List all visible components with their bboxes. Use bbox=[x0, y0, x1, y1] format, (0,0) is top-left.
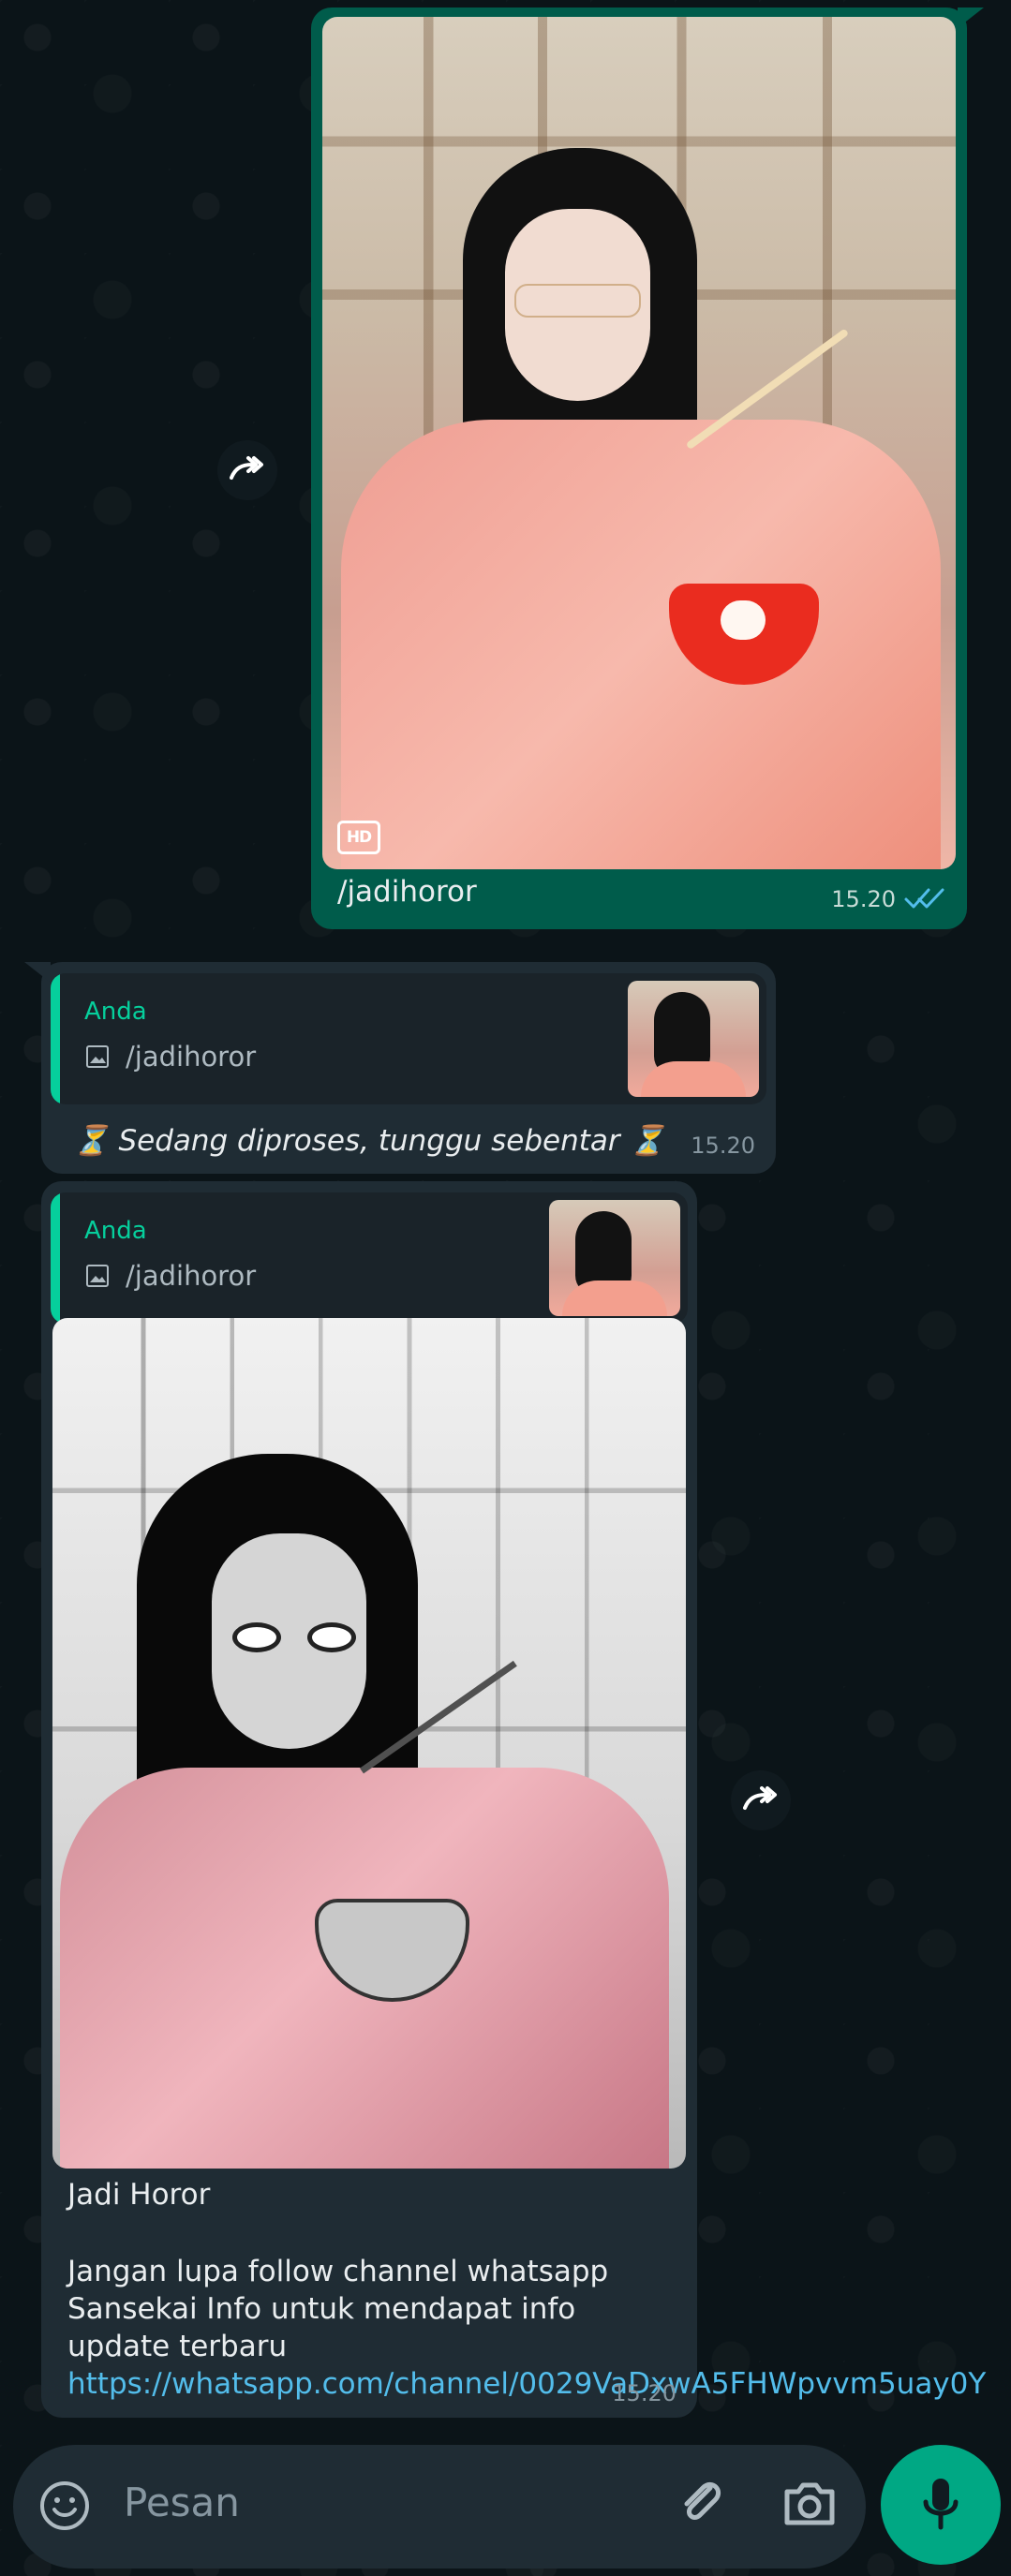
incoming-time: 15.20 bbox=[691, 1133, 755, 1159]
incoming-time: 15.20 bbox=[612, 2380, 676, 2406]
received-photo[interactable] bbox=[52, 1318, 686, 2169]
reply-preview[interactable]: Anda /jadihoror bbox=[51, 1192, 688, 1324]
reply-thumbnail bbox=[549, 1200, 680, 1316]
hd-badge: HD bbox=[337, 821, 380, 854]
forward-button[interactable] bbox=[731, 1770, 791, 1830]
manga-left-eye bbox=[232, 1622, 281, 1652]
reply-preview[interactable]: Anda /jadihoror bbox=[51, 973, 766, 1104]
photo-kimono bbox=[341, 420, 941, 869]
camera-icon[interactable] bbox=[780, 2476, 840, 2530]
image-icon bbox=[86, 1265, 109, 1287]
reply-sender: Anda bbox=[84, 998, 147, 1026]
emoji-icon[interactable] bbox=[36, 2477, 94, 2535]
sent-photo[interactable]: HD bbox=[322, 17, 956, 869]
reply-accent-bar bbox=[51, 1192, 60, 1324]
processing-text: ⏳ Sedang diproses, tunggu sebentar ⏳ bbox=[73, 1124, 666, 1158]
outgoing-caption: /jadihoror bbox=[337, 875, 477, 909]
forward-icon bbox=[230, 456, 263, 480]
reply-text: /jadihoror bbox=[126, 1260, 257, 1292]
forward-icon bbox=[743, 1786, 777, 1810]
outgoing-time: 15.20 bbox=[831, 886, 896, 912]
message-input[interactable]: Pesan bbox=[124, 2480, 240, 2525]
message-composer[interactable]: Pesan bbox=[13, 2445, 866, 2569]
reply-thumbnail bbox=[628, 981, 759, 1097]
mic-icon bbox=[923, 2479, 959, 2530]
result-title: Jadi Horor bbox=[67, 2178, 211, 2212]
paperclip-icon[interactable] bbox=[673, 2471, 729, 2537]
reply-sender: Anda bbox=[84, 1217, 147, 1245]
double-check-icon bbox=[904, 888, 944, 909]
photo-person-glasses bbox=[514, 284, 641, 318]
voice-record-button[interactable] bbox=[881, 2445, 1001, 2565]
incoming-result-message[interactable]: Anda /jadihoror Jadi Horor Jangan lupa f… bbox=[41, 1181, 986, 2418]
reply-text: /jadihoror bbox=[126, 1041, 257, 1073]
image-icon bbox=[86, 1045, 109, 1068]
result-caption: Jangan lupa follow channel whatsapp Sans… bbox=[67, 2253, 986, 2403]
reply-accent-bar bbox=[51, 973, 60, 1104]
outgoing-image-message[interactable]: HD /jadihoror 15.20 bbox=[311, 7, 984, 929]
channel-link[interactable]: https://whatsapp.com/channel/0029VaDxwA5… bbox=[67, 2367, 986, 2401]
incoming-processing-message[interactable]: Anda /jadihoror ⏳ Sedang diproses, tungg… bbox=[24, 962, 776, 1174]
result-caption-text: Jangan lupa follow channel whatsapp Sans… bbox=[67, 2255, 609, 2363]
forward-button[interactable] bbox=[217, 440, 277, 500]
manga-right-eye bbox=[307, 1622, 356, 1652]
